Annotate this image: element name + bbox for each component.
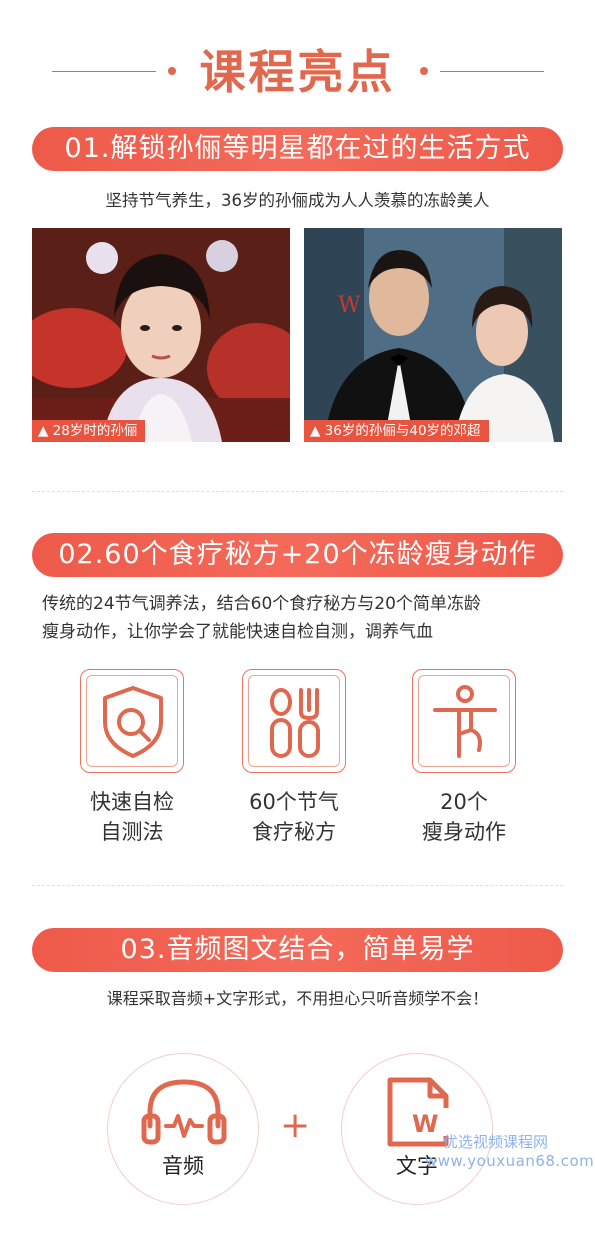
page-title: 课程亮点 bbox=[199, 45, 396, 99]
title-dot-right bbox=[420, 67, 428, 75]
yoga-pose-icon bbox=[433, 685, 497, 758]
shield-search-icon bbox=[103, 686, 163, 758]
photo-young-actress-illustration bbox=[32, 228, 290, 442]
feature-label-line: 快速自检 bbox=[90, 790, 174, 814]
feature-label: 快速自检 自测法 bbox=[52, 787, 212, 847]
feature-label: 60个节气 食疗秘方 bbox=[214, 787, 374, 847]
svg-text:W: W bbox=[338, 293, 361, 318]
photo-caption: ▲ 36岁的孙俪与40岁的邓超 bbox=[304, 420, 489, 442]
section-title: 课程亮点 bbox=[0, 42, 595, 102]
headphones-icon bbox=[141, 1079, 227, 1145]
watermark-site-name: 优选视频课程网 bbox=[443, 1133, 549, 1151]
feature-label-line: 60个节气 bbox=[249, 790, 339, 814]
section3-heading: 03.音频图文结合，简单易学 bbox=[32, 928, 563, 972]
feature-label-line: 瘦身动作 bbox=[422, 820, 506, 844]
photo-couple: W ▲ 36岁的孙俪与40岁的邓超 bbox=[304, 228, 562, 442]
feature-recipes bbox=[242, 669, 346, 773]
photo-couple-illustration: W bbox=[304, 228, 562, 442]
watermark-url: www.youxuan68.com bbox=[425, 1152, 595, 1170]
audio-label: 音频 bbox=[162, 1154, 204, 1178]
section2-heading: 02.60个食疗秘方+20个冻龄瘦身动作 bbox=[32, 533, 563, 577]
fork-spoon-icon bbox=[270, 688, 320, 758]
section-divider bbox=[32, 885, 563, 886]
feature-exercises bbox=[412, 669, 516, 773]
text-format-card: W bbox=[341, 1053, 493, 1205]
feature-self-check bbox=[80, 669, 184, 773]
feature-label-line: 自测法 bbox=[100, 820, 164, 844]
section1-heading: 01.解锁孙俪等明星都在过的生活方式 bbox=[32, 127, 563, 171]
feature-label-line: 食疗秘方 bbox=[252, 820, 336, 844]
paragraph-line: 瘦身动作，让你学会了就能快速自检自测，调养气血 bbox=[42, 622, 433, 642]
section3-subtitle: 课程采取音频+文字形式，不用担心只听音频学不会！ bbox=[106, 989, 489, 1008]
audio-format-card bbox=[107, 1053, 259, 1205]
photo-caption: ▲ 28岁时的孙俪 bbox=[32, 420, 146, 442]
title-divider-right bbox=[440, 71, 544, 72]
section2-paragraph: 传统的24节气调养法，结合60个食疗秘方与20个简单冻龄 瘦身动作，让你学会了就… bbox=[42, 590, 562, 646]
section-divider bbox=[32, 491, 563, 492]
plus-sign: + bbox=[280, 1105, 311, 1146]
photo-young-actress: ▲ 28岁时的孙俪 bbox=[32, 228, 290, 442]
feature-label: 20个 瘦身动作 bbox=[384, 787, 544, 847]
feature-label-line: 20个 bbox=[440, 790, 488, 814]
svg-text:W: W bbox=[412, 1110, 438, 1138]
section1-subtitle: 坚持节气养生，36岁的孙俪成为人人羡慕的冻龄美人 bbox=[105, 191, 490, 210]
paragraph-line: 传统的24节气调养法，结合60个食疗秘方与20个简单冻龄 bbox=[42, 594, 481, 614]
